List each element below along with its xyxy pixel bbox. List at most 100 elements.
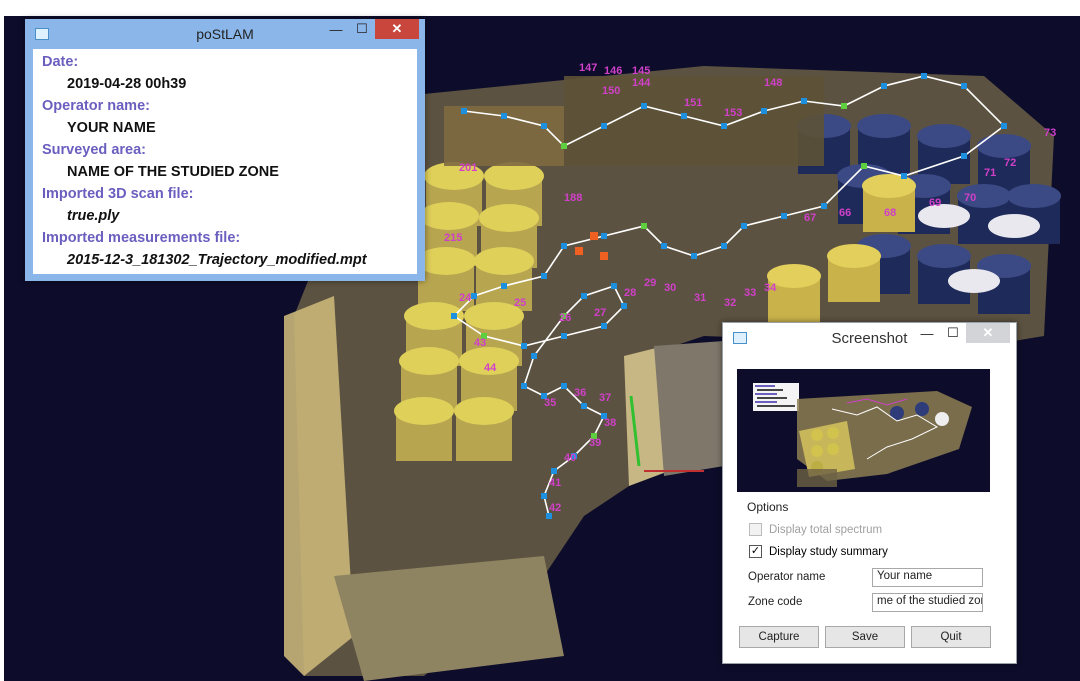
trajectory-label: 40 xyxy=(564,452,576,464)
trajectory-label: 31 xyxy=(694,292,706,304)
trajectory-node xyxy=(461,108,467,114)
operator-name-input[interactable]: Your name xyxy=(872,568,983,587)
minimize-button[interactable]: — xyxy=(323,19,349,39)
trajectory-node xyxy=(1001,123,1007,129)
measurements-file-value: 2015-12-3_181302_Trajectory_modified.mpt xyxy=(67,252,367,268)
trajectory-label: 67 xyxy=(804,212,816,224)
trajectory-label: 146 xyxy=(604,65,622,77)
trajectory-label: 148 xyxy=(764,77,782,89)
trajectory-node xyxy=(501,113,507,119)
trajectory-node xyxy=(561,243,567,249)
operator-value: YOUR NAME xyxy=(67,120,156,136)
trajectory-label: 30 xyxy=(664,282,676,294)
trajectory-node xyxy=(821,203,827,209)
screenshot-preview xyxy=(737,369,990,492)
postlam-title-bar[interactable]: poStLAM — ☐ ✕ xyxy=(25,19,425,49)
trajectory-node xyxy=(641,223,647,229)
display-study-summary-label: Display study summary xyxy=(769,545,888,558)
trajectory-label: 26 xyxy=(559,312,571,324)
display-study-summary-checkbox[interactable]: ✓ xyxy=(749,545,762,558)
trajectory-node xyxy=(561,143,567,149)
trajectory-node xyxy=(521,343,527,349)
white-drum-top xyxy=(948,269,1000,293)
trajectory-label: 43 xyxy=(474,337,486,349)
bags xyxy=(654,341,724,476)
maximize-button[interactable]: ☐ xyxy=(940,323,966,343)
scan-file-label: Imported 3D scan file: xyxy=(42,186,194,202)
trajectory-node xyxy=(641,103,647,109)
minimize-button[interactable]: — xyxy=(914,323,940,343)
drum-top xyxy=(827,244,881,268)
close-button[interactable]: ✕ xyxy=(966,323,1010,343)
trajectory-label: 215 xyxy=(444,232,462,244)
zone-code-label: Zone code xyxy=(748,596,803,608)
trajectory-label: 150 xyxy=(602,85,620,97)
display-study-summary-option[interactable]: ✓ Display study summary xyxy=(749,545,888,558)
scan-file-value: true.ply xyxy=(67,208,120,224)
trajectory-label: 71 xyxy=(984,167,996,179)
trajectory-label: 28 xyxy=(624,287,636,299)
trajectory-node xyxy=(601,123,607,129)
trajectory-node xyxy=(611,283,617,289)
measurements-file-label: Imported measurements file: xyxy=(42,230,241,246)
study-summary-panel: Date: 2019-04-28 00h39 Operator name: YO… xyxy=(33,49,417,274)
trajectory-label: 201 xyxy=(459,162,477,174)
close-button[interactable]: ✕ xyxy=(375,19,419,39)
trajectory-label: 27 xyxy=(594,307,606,319)
trajectory-node xyxy=(681,113,687,119)
preview-thumbnail xyxy=(737,369,990,492)
blue-drum-top xyxy=(917,124,971,148)
trajectory-node xyxy=(661,243,667,249)
trajectory-node xyxy=(961,153,967,159)
maximize-button[interactable]: ☐ xyxy=(349,19,375,39)
trajectory-label: 34 xyxy=(764,282,777,294)
trajectory-node xyxy=(721,243,727,249)
save-button[interactable]: Save xyxy=(825,626,905,648)
trajectory-label: 24 xyxy=(459,292,472,304)
screenshot-title-bar[interactable]: Screenshot — ☐ ✕ xyxy=(723,323,1016,353)
hotspot-marker xyxy=(590,232,598,240)
trajectory-node xyxy=(471,293,477,299)
drum-top xyxy=(474,247,534,275)
white-drum-top xyxy=(918,204,970,228)
trajectory-label: 41 xyxy=(549,477,561,489)
hotspot-marker xyxy=(600,252,608,260)
trajectory-label: 32 xyxy=(724,297,736,309)
blue-drum-top xyxy=(857,114,911,138)
capture-button[interactable]: Capture xyxy=(739,626,819,648)
trajectory-node xyxy=(761,108,767,114)
trajectory-node xyxy=(581,403,587,409)
trajectory-label: 147 xyxy=(579,62,597,74)
trajectory-node xyxy=(901,173,907,179)
operator-name-label: Operator name xyxy=(748,571,826,583)
date-label: Date: xyxy=(42,54,79,70)
drum-top xyxy=(454,397,514,425)
app-icon xyxy=(35,28,49,40)
trajectory-node xyxy=(521,383,527,389)
screenshot-dialog[interactable]: Screenshot — ☐ ✕ Options Display total s… xyxy=(722,322,1017,664)
display-total-spectrum-label: Display total spectrum xyxy=(769,523,883,536)
postlam-window[interactable]: poStLAM — ☐ ✕ Date: 2019-04-28 00h39 Ope… xyxy=(25,19,425,281)
quit-button[interactable]: Quit xyxy=(911,626,991,648)
trajectory-label: 73 xyxy=(1044,127,1056,139)
trajectory-label: 144 xyxy=(632,77,651,89)
trajectory-label: 44 xyxy=(484,362,497,374)
trajectory-label: 33 xyxy=(744,287,756,299)
trajectory-label: 72 xyxy=(1004,157,1016,169)
trajectory-label: 188 xyxy=(564,192,582,204)
trajectory-node xyxy=(621,303,627,309)
trajectory-node xyxy=(541,273,547,279)
trajectory-node xyxy=(561,383,567,389)
white-drum-top xyxy=(988,214,1040,238)
operator-label: Operator name: xyxy=(42,98,150,114)
trajectory-label: 66 xyxy=(839,207,851,219)
trajectory-node xyxy=(801,98,807,104)
trajectory-node xyxy=(841,103,847,109)
trajectory-node xyxy=(601,233,607,239)
display-total-spectrum-option[interactable]: Display total spectrum xyxy=(749,523,882,536)
zone-code-input[interactable]: me of the studied zone xyxy=(872,593,983,612)
trajectory-node xyxy=(541,493,547,499)
display-total-spectrum-checkbox[interactable] xyxy=(749,523,762,536)
trajectory-label: 38 xyxy=(604,417,616,429)
blue-drum-top xyxy=(917,244,971,268)
